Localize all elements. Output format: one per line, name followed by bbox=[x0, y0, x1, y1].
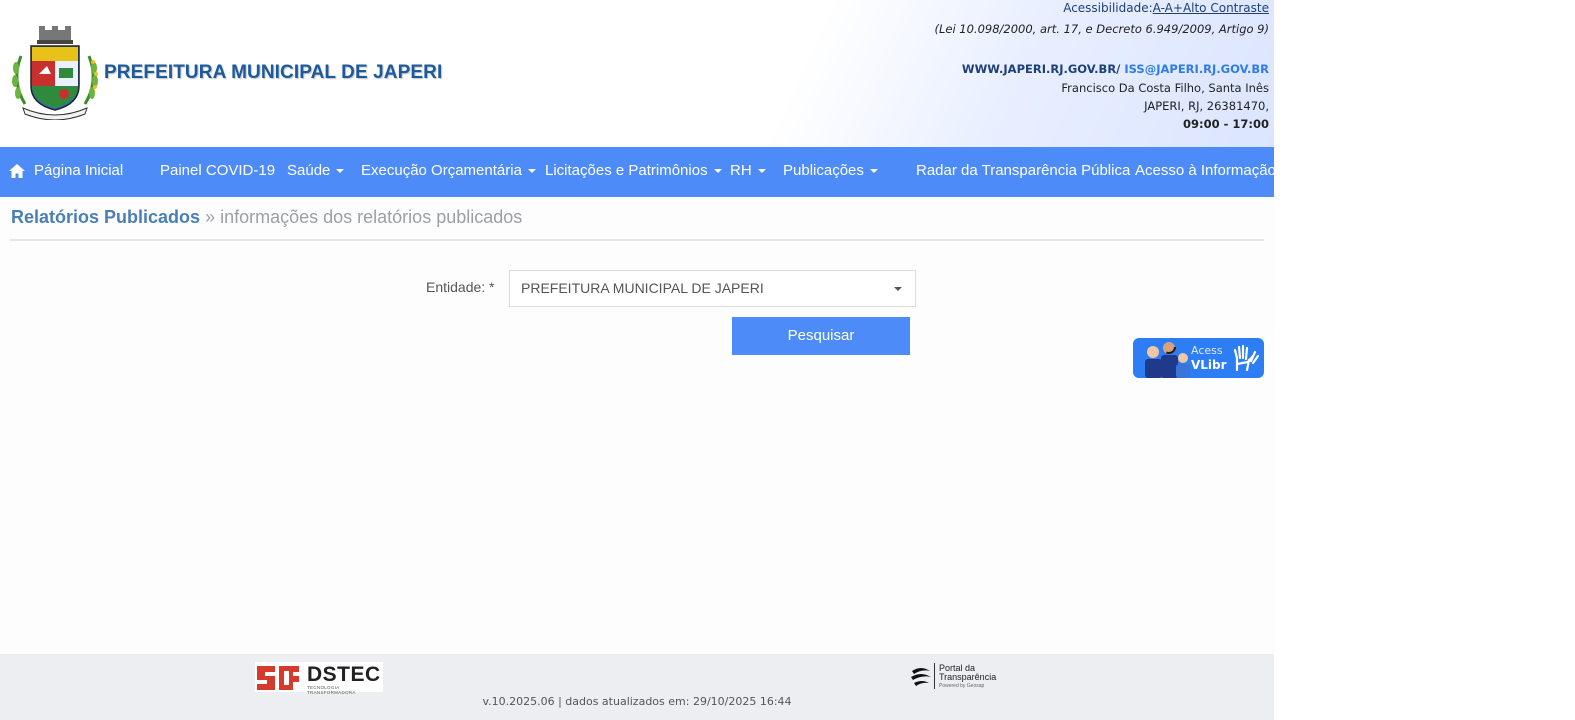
caret-down-icon bbox=[869, 169, 878, 174]
opening-hours: 09:00 - 17:00 bbox=[1183, 117, 1269, 131]
vlibras-widget-button[interactable]: Acess VLibr bbox=[1133, 338, 1264, 378]
nav-bids-assets-label: Licitações e Patrimônios bbox=[545, 162, 708, 179]
nav-bids-assets[interactable]: Licitações e Patrimônios bbox=[545, 147, 722, 197]
entity-select-value: PREFEITURA MUNICIPAL DE JAPERI bbox=[521, 280, 764, 296]
vlibras-line-1: Acess bbox=[1191, 344, 1223, 357]
header: PREFEITURA MUNICIPAL DE JAPERI Acessibil… bbox=[0, 0, 1274, 147]
nav-covid-panel[interactable]: Painel COVID-19 bbox=[160, 147, 275, 197]
website-link[interactable]: WWW.JAPERI.RJ.GOV.BR/ bbox=[962, 62, 1120, 76]
nav-info-access[interactable]: Acesso à Informação bbox=[1135, 147, 1274, 197]
caret-down-icon bbox=[713, 169, 722, 174]
font-decrease-link[interactable]: A- bbox=[1153, 1, 1165, 15]
sign-language-avatars-icon bbox=[1145, 340, 1190, 378]
caret-down-icon bbox=[527, 169, 536, 174]
nav-publications-label: Publicações bbox=[783, 162, 864, 179]
portal-swoosh-icon bbox=[911, 668, 931, 686]
search-button[interactable]: Pesquisar bbox=[732, 317, 910, 355]
portal-line-3: Powered by Geosap bbox=[939, 683, 985, 689]
breadcrumb-separator: » bbox=[205, 207, 216, 227]
nav-budget-execution-label: Execução Orçamentária bbox=[361, 162, 522, 179]
footer: DSTEC TECNOLOGIA TRANSFORMADORA Portal d… bbox=[0, 654, 1274, 720]
nav-info-access-label: Acesso à Informação bbox=[1135, 162, 1274, 179]
caret-down-icon bbox=[336, 169, 345, 174]
dstec-wordmark: DSTEC bbox=[307, 663, 381, 686]
main-navbar: Página Inicial Painel COVID-19 Saúde Exe… bbox=[0, 147, 1274, 197]
dstec-mark-icon bbox=[257, 666, 299, 690]
portal-transparencia-logo[interactable]: Portal da Transparência Powered by Geosa… bbox=[910, 663, 1020, 691]
dstec-tagline: TECNOLOGIA TRANSFORMADORA bbox=[307, 685, 356, 695]
nav-saude[interactable]: Saúde bbox=[287, 147, 345, 197]
nav-rh-label: RH bbox=[730, 162, 752, 179]
dstec-logo[interactable]: DSTEC TECNOLOGIA TRANSFORMADORA bbox=[255, 662, 383, 695]
nav-publications[interactable]: Publicações bbox=[783, 147, 878, 197]
breadcrumb-title: Relatórios Publicados bbox=[11, 207, 201, 227]
vlibras-line-2: VLibr bbox=[1191, 358, 1227, 372]
municipal-crest-logo bbox=[12, 26, 98, 120]
page: PREFEITURA MUNICIPAL DE JAPERI Acessibil… bbox=[0, 0, 1274, 720]
divider bbox=[10, 239, 1264, 241]
email-link[interactable]: ISS@JAPERI.RJ.GOV.BR bbox=[1124, 62, 1269, 76]
accessibility-bar: Acessibilidade:A-A+Alto Contraste bbox=[1063, 1, 1269, 15]
hands-icon bbox=[1233, 344, 1259, 372]
nav-saude-label: Saúde bbox=[287, 162, 331, 179]
font-increase-link[interactable]: A+ bbox=[1165, 1, 1183, 15]
caret-down-icon bbox=[757, 169, 766, 174]
nav-home[interactable]: Página Inicial bbox=[34, 147, 123, 197]
portal-divider bbox=[934, 663, 935, 689]
high-contrast-link[interactable]: Alto Contraste bbox=[1183, 1, 1269, 15]
portal-line-2: Transparência bbox=[939, 672, 997, 682]
nav-rh[interactable]: RH bbox=[730, 147, 766, 197]
entity-label: Entidade: * bbox=[426, 279, 495, 295]
accessibility-label: Acessibilidade: bbox=[1063, 1, 1153, 15]
breadcrumb: Relatórios Publicados » informações dos … bbox=[11, 207, 522, 228]
dropdown-arrow-icon bbox=[894, 287, 902, 291]
entity-select[interactable]: PREFEITURA MUNICIPAL DE JAPERI bbox=[509, 270, 916, 307]
contact-web-line: WWW.JAPERI.RJ.GOV.BR/ ISS@JAPERI.RJ.GOV.… bbox=[962, 62, 1269, 76]
nav-transparency-radar[interactable]: Radar da Transparência Pública bbox=[916, 147, 1130, 197]
address-line-2: JAPERI, RJ, 26381470, bbox=[1144, 99, 1269, 113]
nav-budget-execution[interactable]: Execução Orçamentária bbox=[361, 147, 536, 197]
address-line-1: Francisco Da Costa Filho, Santa Inês bbox=[1061, 81, 1269, 95]
breadcrumb-subtitle: informações dos relatórios publicados bbox=[220, 207, 523, 227]
version-info: v.10.2025.06 | dados atualizados em: 29/… bbox=[482, 695, 792, 708]
home-icon bbox=[9, 164, 25, 178]
law-note: (Lei 10.098/2000, art. 17, e Decreto 6.9… bbox=[934, 22, 1269, 36]
site-title: PREFEITURA MUNICIPAL DE JAPERI bbox=[104, 62, 443, 83]
